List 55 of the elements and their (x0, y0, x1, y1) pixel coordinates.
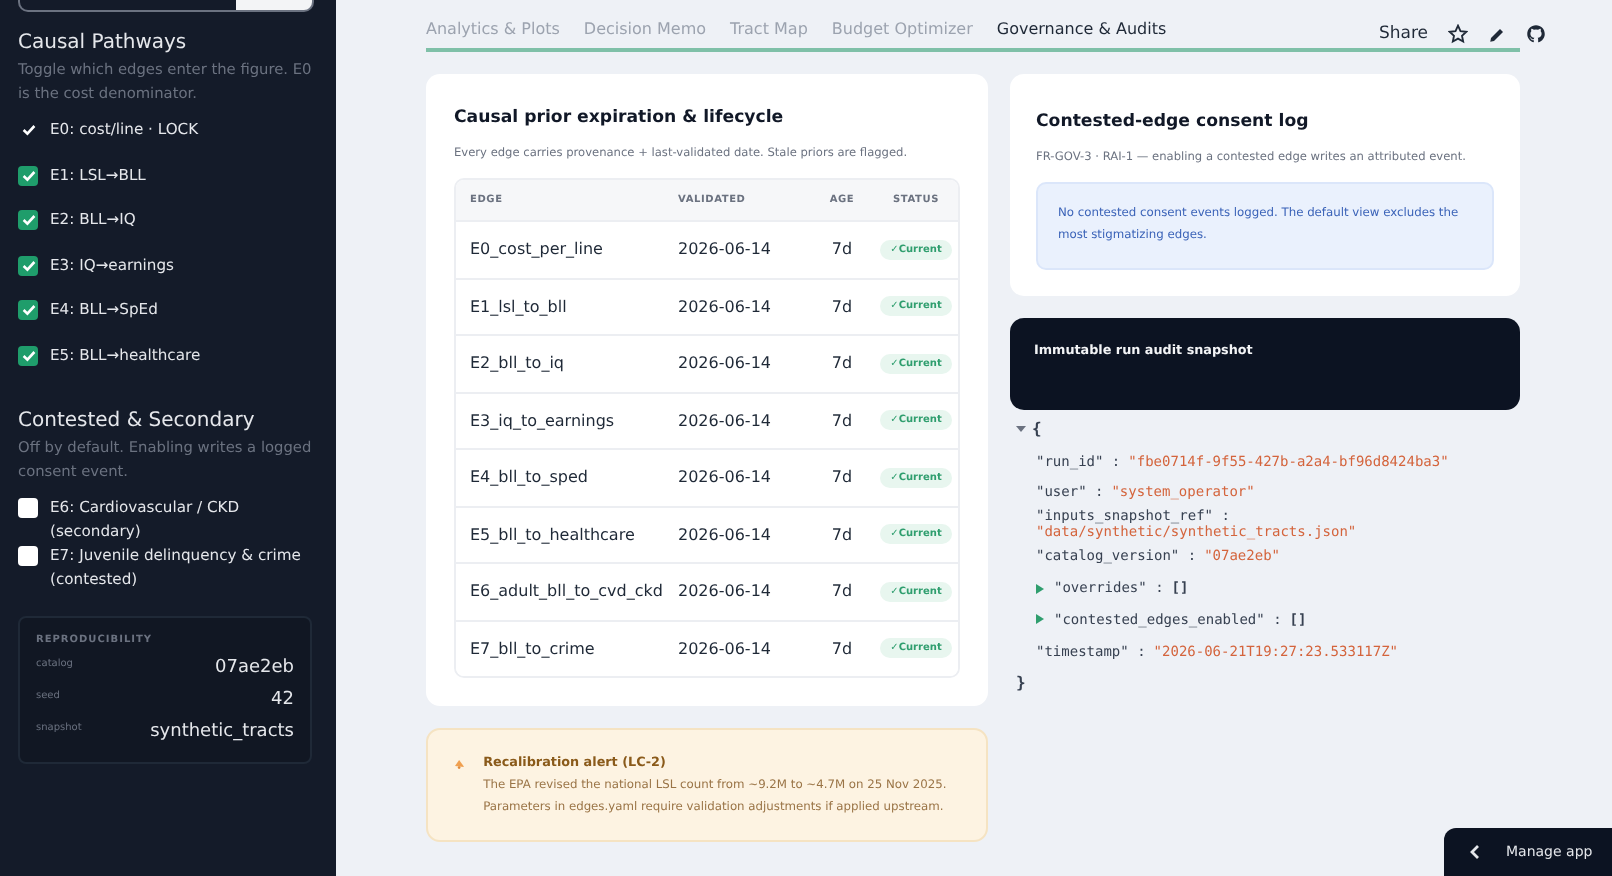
json-brace: { (1032, 420, 1042, 439)
section-title: Contested & Secondary (18, 409, 257, 432)
table-cell-text: 2026-06-14 (678, 639, 773, 658)
tab[interactable]: Decision Memo (583, 20, 707, 48)
table-cell-text: 7d (829, 468, 855, 487)
field-value: 42 (271, 689, 294, 710)
table-cell-text: E2_bll_to_iq (470, 354, 566, 373)
tab[interactable]: Analytics & Plots (426, 20, 560, 48)
tab[interactable]: Budget Optimizer (831, 20, 973, 48)
checkbox[interactable] (18, 345, 38, 366)
expand-icon[interactable] (1036, 583, 1044, 594)
table-cell-text: E3_iq_to_earnings (470, 411, 617, 430)
table-cell-text: 7d (829, 297, 855, 316)
checkbox[interactable] (18, 545, 38, 566)
tab[interactable]: Tract Map (730, 20, 808, 48)
table-cell-text: 7d (829, 582, 855, 601)
table-cell-text: 7d (829, 639, 855, 658)
star-icon[interactable] (1448, 24, 1468, 44)
table-cell-text: E6_adult_bll_to_cvd_ckd (470, 582, 665, 601)
card-title: Contested-edge consent log (1036, 112, 1311, 132)
megaphone-icon (454, 754, 466, 774)
table-cell-text: E5_bll_to_healthcare (470, 525, 637, 544)
table-cell-text: 2026-06-14 (678, 297, 773, 316)
chevron-left-icon (1470, 844, 1480, 860)
card-title: Causal prior expiration & lifecycle (454, 108, 786, 128)
json-brace: } (1016, 673, 1026, 692)
checkbox[interactable] (18, 300, 38, 321)
pencil-icon[interactable] (1488, 25, 1506, 43)
field-value: synthetic_tracts (150, 721, 294, 742)
table-cell-text: E7_bll_to_crime (470, 639, 597, 658)
table-cell-text: 2026-06-14 (678, 240, 773, 259)
table-cell-text: 2026-06-14 (678, 582, 773, 601)
table-cell-text: 7d (829, 240, 855, 259)
table-cell-text: 7d (829, 354, 855, 373)
table-cell-text: 2026-06-14 (678, 525, 773, 544)
table-cell-text: 2026-06-14 (678, 468, 773, 487)
share-link[interactable]: Share (1378, 24, 1428, 44)
input-field[interactable] (18, 0, 314, 12)
github-icon[interactable] (1526, 24, 1546, 44)
table-cell-text: E0_cost_per_line (470, 240, 605, 259)
checkbox[interactable] (18, 210, 38, 231)
field-value: 07ae2eb (215, 657, 294, 678)
tab[interactable]: Governance & Audits (996, 20, 1167, 48)
table-cell-text: 7d (829, 525, 855, 544)
collapse-icon[interactable] (1016, 424, 1026, 435)
checkbox[interactable] (18, 255, 38, 276)
expand-icon[interactable] (1036, 614, 1044, 625)
table-cell-text: 2026-06-14 (678, 411, 773, 430)
table-cell-text: 2026-06-14 (678, 354, 773, 373)
table-cell-text: 7d (829, 411, 855, 430)
table-cell-text: E4_bll_to_sped (470, 468, 590, 487)
checkbox[interactable] (18, 497, 38, 518)
checkbox[interactable] (18, 165, 38, 186)
section-title: Causal Pathways (18, 32, 189, 54)
table-cell-text: E1_lsl_to_bll (470, 297, 569, 316)
